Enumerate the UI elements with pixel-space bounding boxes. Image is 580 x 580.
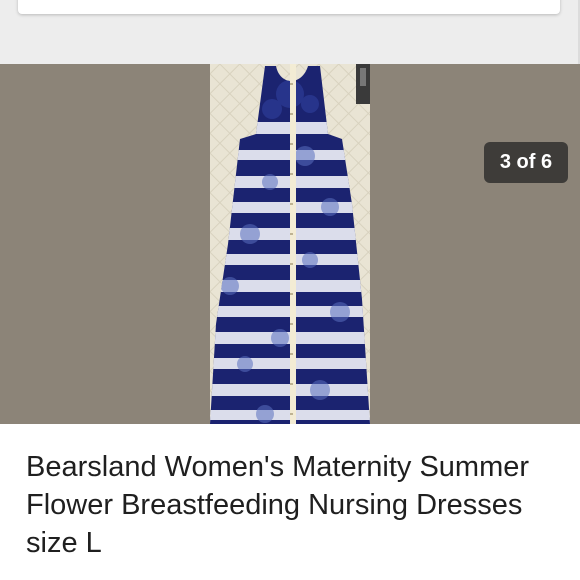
photo-counter: 3 of 6	[484, 142, 568, 183]
top-bar	[0, 0, 580, 64]
listing-title: Bearsland Women's Maternity Summer Flowe…	[26, 451, 530, 559]
dress-photo[interactable]	[210, 64, 370, 424]
search-card[interactable]	[18, 0, 560, 14]
photo-gallery[interactable]: 3 of 6	[0, 64, 580, 424]
dress-image	[210, 64, 370, 424]
